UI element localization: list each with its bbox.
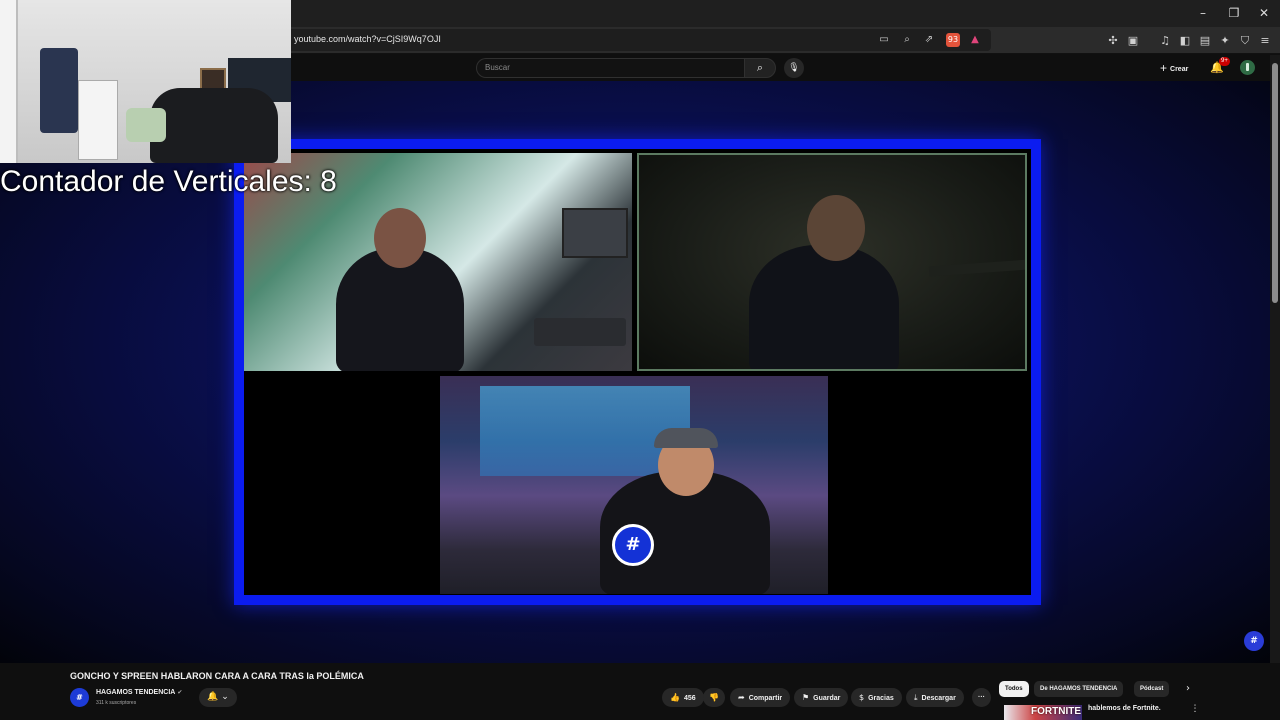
bookmark-icon: ⚑ (802, 693, 810, 702)
office-chair (150, 88, 278, 163)
search-icon: ⌕ (756, 61, 764, 74)
brave-shields-count: 93 (947, 35, 959, 44)
dislike-button[interactable]: 👎 (703, 688, 725, 707)
restore-icon[interactable]: ❐ (1224, 4, 1244, 22)
door-frame (0, 0, 18, 163)
host-cap (654, 428, 718, 448)
menu-icon[interactable]: ≡ (1257, 33, 1273, 49)
chip-todos[interactable]: Todos (999, 681, 1029, 697)
download-icon: ⤓ (914, 693, 918, 702)
vertical-counter-overlay: Contador de Verticales: 8 (0, 165, 337, 198)
microphone-icon: 🎙 (788, 63, 800, 73)
sidebar-icon[interactable]: ◧ (1177, 33, 1193, 49)
minimize-icon[interactable]: – (1193, 4, 1213, 22)
share-icon[interactable]: ⇗ (922, 33, 936, 47)
video-title: GONCHO Y SPREEN HABLARON CARA A CARA TRA… (70, 671, 364, 681)
create-label: Crear (1170, 66, 1189, 73)
guest-figure (749, 245, 899, 369)
guest-head (807, 195, 865, 261)
music-icon[interactable]: ♫ (1157, 33, 1173, 49)
brave-rewards-icon[interactable]: ▲ (968, 33, 982, 47)
chevron-right-icon[interactable]: › (1182, 681, 1194, 697)
video-frame-border: # (234, 139, 1041, 605)
scrollbar-thumb[interactable] (1272, 63, 1278, 303)
kebab-menu-icon[interactable]: ⋮ (1190, 704, 1200, 716)
subscription-bell-button[interactable]: 🔔 ⌄ (199, 688, 237, 707)
channel-name-row[interactable]: HAGAMOS TENDENCIA ✔ (96, 689, 182, 696)
address-bar[interactable]: youtube.com/watch?v=CjSI9Wq7OJI ▭ ⌕ ⇗ 93… (285, 29, 991, 51)
extensions-icon[interactable]: ✣ (1105, 33, 1121, 49)
share-arrow-icon: ➦ (738, 693, 745, 702)
thumbnail-text: FORTNITE (1031, 706, 1081, 717)
cast-icon[interactable]: ▭ (877, 33, 891, 47)
save-button[interactable]: ⚑ Guardar (794, 688, 849, 707)
recommendation-title[interactable]: hablemos de Fortnite. (1088, 705, 1161, 712)
chip-channel[interactable]: De HAGAMOS TENDENCIA (1034, 681, 1124, 697)
subscriber-count: 311 k suscriptores (96, 700, 137, 706)
share-label: Compartir (748, 695, 783, 702)
save-label: Guardar (813, 695, 841, 702)
microphone-arm (928, 259, 1025, 277)
account-avatar[interactable] (1240, 60, 1255, 75)
hagamos-tendencia-logo: # (612, 524, 654, 566)
video-feed-right (637, 153, 1027, 371)
like-button[interactable]: 👍 456 (662, 688, 704, 707)
air-purifier (78, 80, 118, 160)
channel-avatar[interactable]: # (70, 688, 89, 707)
thanks-label: Gracias (868, 695, 894, 702)
voice-search-button[interactable]: 🎙 (784, 58, 804, 78)
video-feed-bottom: # (440, 376, 828, 594)
like-count: 456 (683, 695, 696, 702)
thumbs-down-icon: 👎 (709, 693, 719, 702)
verified-icon: ✔ (177, 689, 183, 696)
more-actions-button[interactable]: ··· (972, 688, 991, 707)
chip-podcast[interactable]: Pódcast (1134, 681, 1170, 697)
vpn-shield-icon[interactable]: ⛉ (1237, 33, 1253, 49)
channel-name[interactable]: HAGAMOS TENDENCIA (96, 689, 175, 696)
chevron-down-icon: ⌄ (221, 692, 229, 702)
brave-shields-icon[interactable]: 93 (946, 33, 960, 47)
wallet-icon[interactable]: ▤ (1197, 33, 1213, 49)
download-label: Descargar (921, 695, 956, 702)
webcam-overlay (0, 0, 291, 163)
backpack (40, 48, 78, 133)
recommendation-thumbnail[interactable]: FORTNITE (1004, 705, 1082, 720)
page-scrollbar[interactable] (1270, 55, 1280, 663)
monitor (562, 208, 628, 258)
streamer-head (374, 208, 426, 268)
thumbs-up-icon: 👍 (670, 693, 680, 702)
search-input[interactable]: Buscar (476, 58, 744, 78)
zoom-icon[interactable]: ⌕ (900, 33, 914, 47)
notifications-badge: 9+ (1219, 57, 1230, 66)
search-placeholder: Buscar (485, 63, 510, 72)
media-icon[interactable]: ▣ (1125, 33, 1141, 49)
close-icon[interactable]: ✕ (1254, 4, 1274, 22)
bell-icon: 🔔 (207, 692, 219, 702)
more-horizontal-icon: ··· (978, 694, 985, 701)
video-info-section: GONCHO Y SPREEN HABLARON CARA A CARA TRA… (0, 663, 1280, 720)
screen: – ❐ ✕ youtube.com/watch?v=CjSI9Wq7OJI ▭ … (0, 0, 1280, 720)
keyboard (534, 318, 626, 346)
channel-watermark-icon[interactable]: # (1244, 631, 1264, 651)
super-thanks-icon: $ (859, 693, 865, 702)
share-button[interactable]: ➦ Compartir (730, 688, 791, 707)
cushion (126, 108, 166, 142)
create-button[interactable]: + Crear (1160, 60, 1188, 76)
thanks-button[interactable]: $ Gracias (851, 688, 902, 707)
picture-frame (200, 68, 226, 90)
leo-ai-icon[interactable]: ✦ (1217, 33, 1233, 49)
download-button[interactable]: ⤓ Descargar (906, 688, 964, 707)
plus-icon: + (1160, 61, 1168, 75)
search-button[interactable]: ⌕ (744, 58, 776, 78)
url-text[interactable]: youtube.com/watch?v=CjSI9Wq7OJI (294, 34, 441, 44)
